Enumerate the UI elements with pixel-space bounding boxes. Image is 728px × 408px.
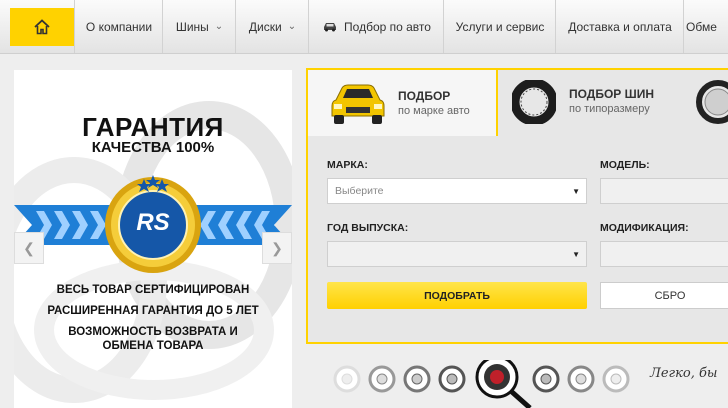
nav-tires-label: Шины — [175, 19, 209, 34]
nav-delivery-label: Доставка и оплата — [568, 19, 672, 34]
home-icon — [34, 19, 50, 35]
slider-prev-button[interactable]: ❮ — [14, 232, 44, 264]
tire-icon — [512, 80, 556, 124]
nav-by-car-label: Подбор по авто — [344, 19, 431, 34]
wheel-carousel — [333, 360, 630, 408]
dropdown-arrow-icon: ▼ — [572, 187, 580, 196]
tab-by-car-subtitle: по марке авто — [398, 105, 470, 117]
make-select-value: Выберите — [335, 185, 384, 197]
wheel-thumb-icon[interactable] — [333, 365, 361, 393]
chevron-down-icon: ⌄ — [287, 21, 297, 32]
magnifier-wheel-icon[interactable] — [475, 360, 532, 408]
tab-by-size-subtitle: по типоразмеру — [569, 103, 650, 115]
nav-wheels-label: Диски — [248, 19, 282, 34]
chevron-right-icon: ❯ — [271, 239, 283, 256]
wheel-thumb-icon[interactable] — [532, 365, 560, 393]
model-select[interactable] — [600, 178, 728, 204]
nav-delivery[interactable]: Доставка и оплата — [555, 0, 684, 53]
wheel-thumb-icon[interactable] — [403, 365, 431, 393]
top-navigation: О компании Шины ⌄ Диски ⌄ Подбор по авто… — [0, 0, 728, 54]
tab-by-size-title: ПОДБОР ШИН — [569, 87, 654, 101]
nav-exchange-label: Обме — [686, 19, 717, 34]
chevron-left-icon: ❮ — [23, 239, 35, 256]
modification-label: МОДИФИКАЦИЯ: — [600, 222, 689, 234]
banner-line-2: РАСШИРЕННАЯ ГАРАНТИЯ ДО 5 ЛЕТ — [47, 305, 259, 317]
year-label: ГОД ВЫПУСКА: — [327, 222, 409, 234]
home-button[interactable] — [10, 8, 74, 46]
tab-by-size[interactable]: ПОДБОР ШИН по типоразмеру — [496, 68, 728, 134]
wheel-thumb-icon[interactable] — [567, 365, 595, 393]
make-select[interactable]: Выберите ▼ — [327, 178, 587, 204]
slogan-text: Легко, бы — [650, 366, 718, 381]
tab-by-car-title: ПОДБОР — [398, 89, 451, 103]
medal-badge-text: RS — [136, 209, 170, 236]
nav-about[interactable]: О компании — [74, 0, 163, 53]
wheel-thumb-icon[interactable] — [438, 365, 466, 393]
reset-button[interactable]: СБРО — [600, 282, 728, 309]
wheel-rim-icon — [696, 80, 728, 124]
model-label: МОДЕЛЬ: — [600, 159, 650, 171]
banner-line-4: ОБМЕНА ТОВАРА — [102, 340, 204, 352]
wheel-thumb-icon[interactable] — [368, 365, 396, 393]
chevron-down-icon: ⌄ — [214, 21, 224, 32]
promo-banner[interactable]: ГАРАНТИЯ КАЧЕСТВА 100% RS ВЕСЬ ТОВАР СЕР… — [14, 70, 292, 408]
submit-button[interactable]: ПОДОБРАТЬ — [327, 282, 587, 309]
make-label: МАРКА: — [327, 159, 368, 171]
nav-by-car[interactable]: Подбор по авто — [308, 0, 444, 53]
year-select[interactable]: ▼ — [327, 241, 587, 267]
nav-services-label: Услуги и сервис — [455, 19, 545, 34]
tab-by-car[interactable]: ПОДБОР по марке авто — [306, 68, 498, 136]
banner-subtitle: КАЧЕСТВА 100% — [91, 139, 215, 156]
nav-services[interactable]: Услуги и сервис — [443, 0, 556, 53]
wheel-thumb-icon[interactable] — [602, 365, 630, 393]
yellow-car-icon — [331, 84, 385, 124]
slider-next-button[interactable]: ❯ — [262, 232, 292, 264]
modification-select[interactable] — [600, 241, 728, 267]
car-icon — [324, 23, 337, 32]
banner-line-3: ВОЗМОЖНОСТЬ ВОЗВРАТА И — [68, 326, 238, 338]
nav-wheels[interactable]: Диски ⌄ — [235, 0, 309, 53]
dropdown-arrow-icon: ▼ — [572, 250, 580, 259]
nav-about-label: О компании — [85, 19, 153, 34]
nav-exchange[interactable]: Обме — [683, 0, 728, 53]
nav-tires[interactable]: Шины ⌄ — [162, 0, 236, 53]
banner-line-1: ВЕСЬ ТОВАР СЕРТИФИЦИРОВАН — [56, 284, 250, 296]
